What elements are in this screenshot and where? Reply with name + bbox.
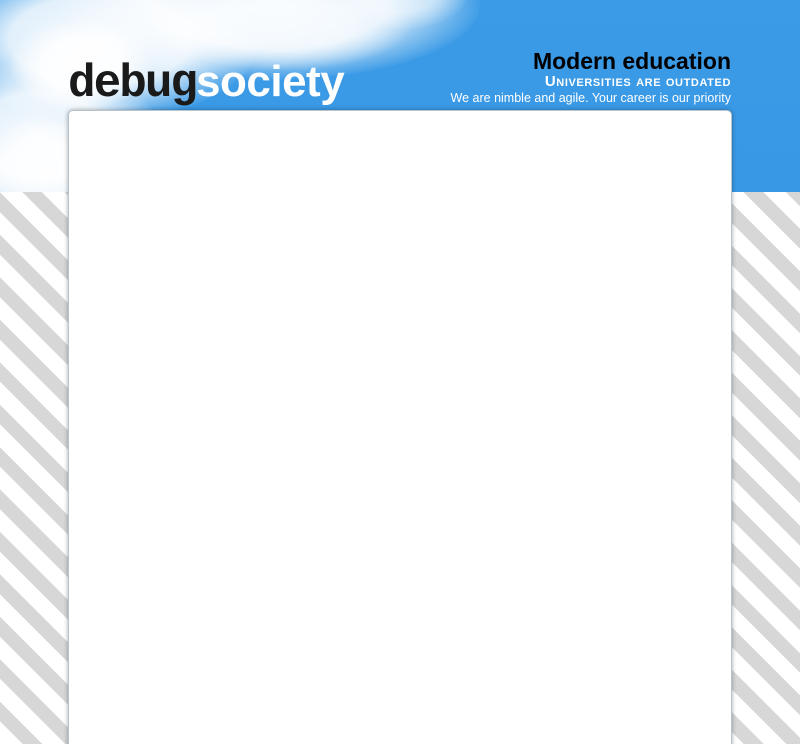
tagline-title: Modern education — [532, 48, 731, 74]
main-content-panel — [68, 110, 732, 744]
logo-text-society: society — [196, 57, 345, 106]
tagline-description: We are nimble and agile. Your career is … — [450, 91, 731, 105]
tagline-subtitle: Universities are outdated — [544, 73, 731, 90]
logo-text-debug: debug — [68, 58, 198, 110]
header-tagline: Modern education Universities are outdat… — [451, 48, 731, 106]
site-logo[interactable]: debugsociety — [68, 52, 345, 112]
